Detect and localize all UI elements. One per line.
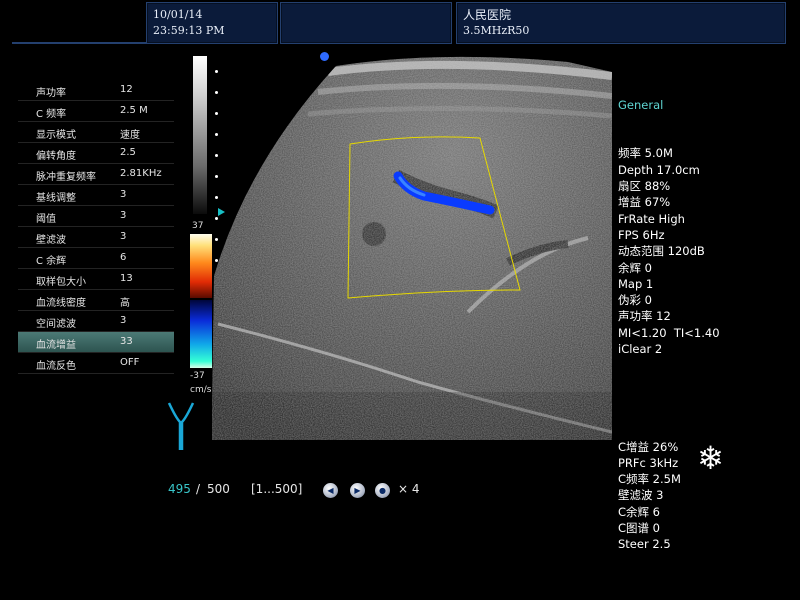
stop-icon: ●: [379, 486, 386, 495]
param-row[interactable]: 空间滤波 3: [18, 311, 174, 332]
parameter-panel: 声功率 12 C 频率 2.5 M 显示模式 速度偏转角度 2.5 脉冲重复频率 2.81KHz…: [18, 80, 174, 374]
prev-frame-button[interactable]: ◀: [323, 483, 338, 498]
param-row[interactable]: 偏转角度 2.5: [18, 143, 174, 164]
param-label: 阈值: [36, 214, 56, 225]
info-panel: General 频率 5.0M Depth 17.0cm 扇区 88% 增益 67% F…: [618, 64, 720, 569]
info-line: 动态范围 120dB: [618, 244, 705, 259]
param-label: 血流线密度: [36, 298, 86, 309]
header-probe: 3.5MHzR50: [463, 24, 530, 37]
transducer-orientation-marker: [320, 52, 329, 61]
param-value: 高: [120, 298, 130, 309]
play-button[interactable]: ▶: [350, 483, 365, 498]
param-label: 声功率: [36, 88, 66, 99]
param-value: 2.81KHz: [120, 168, 162, 179]
info-line: 频率 5.0M: [618, 146, 673, 161]
ultrasound-image[interactable]: [208, 52, 616, 452]
info-line: Map 1: [618, 276, 654, 291]
param-value: 6: [120, 252, 127, 263]
param-label: 血流反色: [36, 361, 76, 372]
param-label: 空间滤波: [36, 319, 76, 330]
param-row[interactable]: 阈值 3: [18, 206, 174, 227]
param-value: 3: [120, 189, 127, 200]
frame-separator: /: [196, 482, 201, 496]
param-row[interactable]: 壁滤波 3: [18, 227, 174, 248]
param-label: C 频率: [36, 109, 67, 120]
info-line: Depth 17.0cm: [618, 162, 700, 177]
param-row[interactable]: 脉冲重复频率 2.81KHz: [18, 164, 174, 185]
param-value: 3: [120, 210, 127, 221]
param-label: 显示模式: [36, 130, 76, 141]
frame-current: 495: [168, 482, 191, 496]
info-line: 余辉 0: [618, 260, 652, 275]
param-row[interactable]: 血流反色 OFF: [18, 353, 174, 374]
info-line: MI<1.20 TI<1.40: [618, 325, 720, 340]
param-row[interactable]: 声功率 12: [18, 80, 174, 101]
param-value: 33: [120, 336, 133, 347]
param-row[interactable]: 显示模式 速度: [18, 122, 174, 143]
bmode-info: 频率 5.0M Depth 17.0cm 扇区 88% 增益 67% FrRate Hi…: [618, 145, 720, 357]
snowflake-icon[interactable]: ❄: [697, 442, 724, 474]
param-row[interactable]: 基线调整 3: [18, 185, 174, 206]
header-hospital-box: 人民医院 3.5MHzR50: [456, 2, 786, 44]
param-label: 血流增益: [36, 340, 76, 351]
playback-speed: × 4: [398, 482, 420, 496]
param-value: 13: [120, 273, 133, 284]
param-row[interactable]: 取样包大小 13: [18, 269, 174, 290]
param-value: OFF: [120, 357, 140, 368]
param-row[interactable]: C 余辉 6: [18, 248, 174, 269]
next-frame-button[interactable]: ●: [375, 483, 390, 498]
info-line: C图谱 0: [618, 521, 661, 536]
frame-total: 500: [207, 482, 230, 496]
play-icon: ▶: [354, 486, 361, 495]
param-label: 取样包大小: [36, 277, 86, 288]
header-left-bar: [12, 42, 146, 44]
param-value: 速度: [120, 130, 140, 141]
param-value: 3: [120, 315, 127, 326]
grayscale-bar: [193, 56, 207, 214]
header-date: 10/01/14: [153, 8, 203, 21]
param-row[interactable]: 血流增益 33: [18, 332, 174, 353]
scale-top-label: 37: [192, 221, 204, 231]
header-time: 23:59:13 PM: [153, 24, 225, 37]
param-value: 2.5: [120, 147, 136, 158]
info-line: 扇区 88%: [618, 179, 671, 194]
header-hospital: 人民医院: [463, 8, 512, 22]
prev-icon: ◀: [327, 486, 334, 495]
info-line: 伪彩 0: [618, 293, 652, 308]
header-center-box: [280, 2, 452, 44]
param-value: 3: [120, 231, 127, 242]
param-label: 基线调整: [36, 193, 76, 204]
probe-vessel-icon: [167, 402, 195, 450]
param-row[interactable]: 血流线密度 高: [18, 290, 174, 311]
frame-range: [1...500]: [251, 482, 303, 496]
param-label: 壁滤波: [36, 235, 66, 246]
param-label: 脉冲重复频率: [36, 172, 96, 183]
header-datetime-box: 10/01/14 23:59:13 PM: [146, 2, 278, 44]
preset-label: General: [618, 97, 664, 112]
param-row[interactable]: C 频率 2.5 M: [18, 101, 174, 122]
param-value: 2.5 M: [120, 105, 148, 116]
param-label: C 余辉: [36, 256, 67, 267]
info-line: iClear 2: [618, 342, 663, 357]
info-line: FPS 6Hz: [618, 227, 665, 242]
info-line: 声功率 12: [618, 309, 671, 324]
scale-bottom-label: -37: [190, 371, 205, 381]
info-line: 增益 67%: [618, 195, 671, 210]
info-line: C余辉 6: [618, 504, 661, 519]
info-line: Steer 2.5: [618, 537, 671, 552]
param-label: 偏转角度: [36, 151, 76, 162]
info-line: FrRate High: [618, 211, 685, 226]
param-value: 12: [120, 84, 133, 95]
info-line: 壁滤波 3: [618, 488, 664, 503]
